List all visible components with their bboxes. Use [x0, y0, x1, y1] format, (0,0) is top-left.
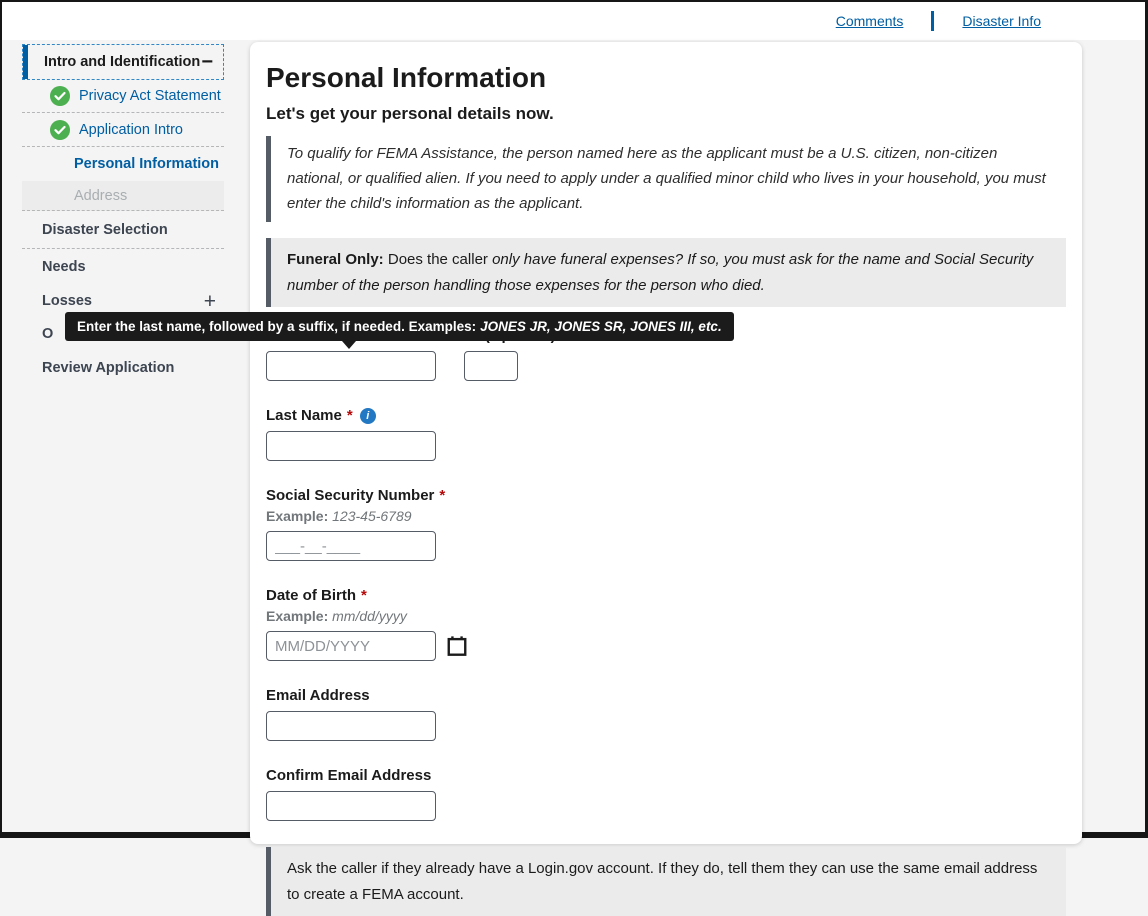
first-name-input[interactable] [266, 351, 436, 381]
personal-information-panel: Personal Information Let's get your pers… [250, 42, 1082, 844]
ssn-example: Example: 123-45-6789 [266, 508, 1066, 524]
funeral-note-roman: Does the caller [384, 251, 492, 268]
sidebar-item-address: Address [22, 181, 224, 211]
sidebar-item-label: Losses [42, 293, 92, 309]
confirm-email-input[interactable] [266, 791, 436, 821]
ssn-input[interactable] [266, 531, 436, 561]
sidebar-item-label: Privacy Act Statement [79, 88, 221, 104]
completed-check-icon [50, 120, 70, 140]
confirm-email-group: Confirm Email Address [266, 767, 1066, 821]
completed-check-icon [50, 86, 70, 106]
dob-input[interactable] [266, 631, 436, 661]
dob-label: Date of Birth * [266, 587, 1066, 604]
email-input[interactable] [266, 711, 436, 741]
funeral-only-note: Funeral Only: Does the caller only have … [266, 238, 1066, 307]
email-label: Email Address [266, 687, 1066, 704]
top-bar: Comments Disaster Info [2, 2, 1145, 40]
required-asterisk: * [347, 407, 353, 424]
last-name-group: Last Name * i [266, 407, 1066, 461]
email-group: Email Address [266, 687, 1066, 741]
sidebar-item-personal-information[interactable]: Personal Information [22, 147, 224, 181]
sidebar-item-label: Review Application [42, 360, 174, 376]
sidebar-item-label: Application Intro [79, 122, 183, 138]
disaster-info-link[interactable]: Disaster Info [962, 13, 1041, 29]
tooltip-caret [342, 341, 356, 349]
last-name-input[interactable] [266, 431, 436, 461]
collapse-minus-icon[interactable]: − [201, 52, 213, 72]
top-nav-divider [931, 11, 934, 31]
last-name-label: Last Name * i [266, 407, 1066, 424]
sidebar-item-label: Disaster Selection [42, 222, 168, 238]
comments-link[interactable]: Comments [836, 13, 904, 29]
sidebar-item-label: Needs [42, 259, 86, 275]
sidebar-section-intro-and-identification[interactable]: Intro and Identification − [22, 44, 224, 80]
dob-group: Date of Birth * Example: mm/dd/yyyy [266, 587, 1066, 661]
required-asterisk: * [439, 487, 445, 504]
calendar-icon[interactable] [446, 635, 468, 657]
page-title: Personal Information [266, 62, 1066, 94]
sidebar-item-needs[interactable]: Needs [22, 249, 224, 285]
sidebar-item-privacy-act-statement[interactable]: Privacy Act Statement [22, 80, 224, 113]
sidebar-section-label: Intro and Identification [44, 54, 200, 70]
tooltip-text: Enter the last name, followed by a suffi… [77, 319, 476, 334]
last-name-info-icon[interactable]: i [360, 408, 376, 424]
ssn-label: Social Security Number * [266, 487, 1066, 504]
sidebar-item-application-intro[interactable]: Application Intro [22, 113, 224, 147]
tooltip-examples: JONES JR, JONES SR, JONES III, etc. [480, 319, 722, 334]
active-section-bar [23, 45, 28, 79]
sidebar-item-label: Address [74, 188, 127, 204]
expand-plus-icon[interactable]: + [204, 291, 216, 312]
eligibility-note: To qualify for FEMA Assistance, the pers… [266, 136, 1066, 222]
login-gov-note: Ask the caller if they already have a Lo… [266, 847, 1066, 916]
required-asterisk: * [361, 587, 367, 604]
last-name-tooltip: Enter the last name, followed by a suffi… [65, 312, 734, 341]
sidebar-item-review-application[interactable]: Review Application [22, 351, 224, 385]
middle-initial-input[interactable] [464, 351, 518, 381]
sidebar-item-label: Personal Information [74, 156, 219, 172]
ssn-group: Social Security Number * Example: 123-45… [266, 487, 1066, 561]
confirm-email-label: Confirm Email Address [266, 767, 1066, 784]
sidebar-item-disaster-selection[interactable]: Disaster Selection [22, 211, 224, 249]
page-subtitle: Let's get your personal details now. [266, 104, 1066, 124]
personal-info-form: First Name * MI (Optional) Last Name * i [266, 327, 1066, 821]
sidebar-item-label: O [42, 326, 53, 342]
funeral-note-lead: Funeral Only: [287, 251, 384, 268]
dob-example: Example: mm/dd/yyyy [266, 608, 1066, 624]
